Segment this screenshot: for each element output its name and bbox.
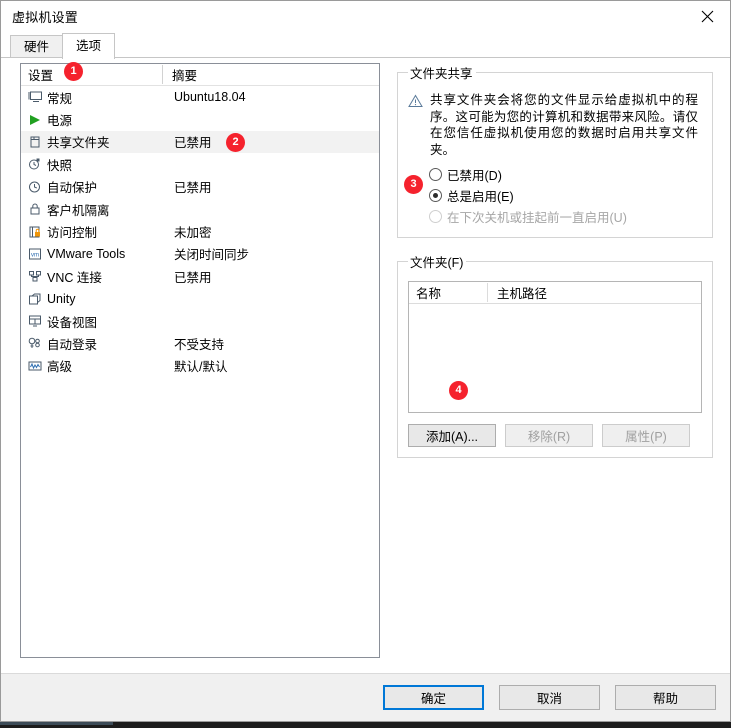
- folder-properties-button: 属性(P): [602, 424, 690, 447]
- list-item-guest-isolation[interactable]: 客户机隔离: [21, 198, 379, 220]
- cancel-button[interactable]: 取消: [499, 685, 600, 710]
- taskbar: [0, 722, 731, 728]
- list-item-label: 高级: [47, 360, 73, 375]
- radio-indicator: [429, 210, 442, 223]
- list-item-shared-folders[interactable]: 共享文件夹 已禁用: [21, 130, 379, 154]
- folder-icon: [26, 136, 44, 148]
- list-item-advanced[interactable]: 高级 默认/默认: [21, 355, 379, 377]
- list-item-vnc-connection[interactable]: VNC 连接 已禁用: [21, 265, 379, 287]
- list-item-label: 快照: [47, 158, 73, 173]
- list-item-summary: 关闭时间同步: [174, 248, 250, 263]
- tab-options[interactable]: 选项: [62, 33, 116, 59]
- radio-label: 在下次关机或挂起前一直启用(U): [447, 211, 627, 225]
- folder-sharing-group: 文件夹共享 共享文件夹会将您的文件显示给虚拟机中的程序。这可能为您的计算机和数据…: [397, 63, 713, 238]
- list-item-autoprotect[interactable]: 自动保护 已禁用: [21, 176, 379, 198]
- list-item-label: 设备视图: [47, 315, 98, 330]
- device-view-icon: [26, 315, 44, 327]
- vmware-tools-icon: vm: [26, 248, 44, 260]
- list-item-summary: 默认/默认: [174, 360, 228, 375]
- remove-folder-button: 移除(R): [505, 424, 593, 447]
- list-item-summary: Ubuntu18.04: [174, 90, 246, 105]
- list-item-power[interactable]: 电源: [21, 108, 379, 130]
- list-item-label: VNC 连接: [47, 270, 102, 285]
- window-title: 虚拟机设置: [12, 10, 79, 25]
- list-item-general[interactable]: 常规 Ubuntu18.04: [21, 86, 379, 108]
- column-header-setting: 设置: [28, 69, 54, 83]
- help-button[interactable]: 帮助: [615, 685, 716, 710]
- snapshot-icon: [26, 158, 44, 170]
- folder-sharing-warning: 共享文件夹会将您的文件显示给虚拟机中的程序。这可能为您的计算机和数据带来风险。请…: [408, 90, 702, 164]
- annotation-badge-1: 1: [64, 62, 83, 81]
- list-item-label: Unity: [47, 291, 76, 306]
- radio-indicator: [429, 168, 442, 181]
- list-item-label: 自动登录: [47, 337, 98, 352]
- clock-icon: [26, 181, 44, 193]
- settings-list[interactable]: 设置 摘要 常规 Ubuntu18.04 电源 共享文件夹 已禁用 快照 自动保…: [20, 63, 380, 658]
- list-item-device-view[interactable]: 设备视图: [21, 310, 379, 332]
- tab-strip: 硬件 选项: [1, 32, 730, 59]
- lock-icon: [26, 203, 44, 215]
- dialog-body: 设置 摘要 常规 Ubuntu18.04 电源 共享文件夹 已禁用 快照 自动保…: [1, 57, 730, 673]
- folders-column-name: 名称: [416, 287, 442, 301]
- annotation-badge-2: 2: [226, 133, 245, 152]
- options-pane: 文件夹共享 共享文件夹会将您的文件显示给虚拟机中的程序。这可能为您的计算机和数据…: [397, 63, 713, 472]
- list-item-access-control[interactable]: 访问控制 未加密: [21, 220, 379, 242]
- radio-label: 已禁用(D): [447, 169, 502, 183]
- list-item-summary: 已禁用: [174, 136, 212, 151]
- radio-label: 总是启用(E): [447, 190, 514, 204]
- virtual-machine-settings-dialog: 虚拟机设置 硬件 选项 设置 摘要 常规 Ubuntu18.04 电源 共享文件…: [0, 0, 731, 722]
- list-item-label: VMware Tools: [47, 246, 126, 261]
- add-folder-button[interactable]: 添加(A)...: [408, 424, 496, 447]
- folder-sharing-legend: 文件夹共享: [410, 67, 473, 81]
- radio-enabled-until-shutdown: 在下次关机或挂起前一直启用(U): [408, 206, 702, 227]
- titlebar: 虚拟机设置: [1, 1, 730, 32]
- list-item-summary: 不受支持: [174, 337, 225, 352]
- warning-triangle-icon: [408, 92, 430, 111]
- folders-buttons: 添加(A)... 移除(R) 属性(P): [408, 424, 702, 447]
- folders-legend: 文件夹(F): [410, 256, 464, 270]
- list-item-snapshot[interactable]: 快照: [21, 153, 379, 175]
- list-item-label: 共享文件夹: [47, 136, 110, 151]
- list-item-label: 常规: [47, 91, 73, 106]
- play-icon: [26, 114, 44, 126]
- list-item-vmware-tools[interactable]: vm VMware Tools 关闭时间同步: [21, 243, 379, 265]
- list-item-unity[interactable]: Unity: [21, 288, 379, 310]
- dialog-button-bar: 确定 取消 帮助: [1, 673, 730, 721]
- close-glyph: [701, 10, 714, 23]
- list-item-label: 访问控制: [47, 226, 98, 241]
- list-item-summary: 已禁用: [174, 181, 212, 196]
- list-item-summary: 未加密: [174, 226, 212, 241]
- list-item-summary: 已禁用: [174, 270, 212, 285]
- list-item-label: 自动保护: [47, 181, 98, 196]
- access-lock-icon: [26, 226, 44, 238]
- radio-indicator: [429, 189, 442, 202]
- folders-group: 文件夹(F) 名称 主机路径 添加(A)... 移除(R) 属性(P): [397, 252, 713, 458]
- column-header-summary: 摘要: [162, 65, 358, 84]
- vnc-icon: [26, 270, 44, 282]
- list-item-label: 客户机隔离: [47, 203, 110, 218]
- auto-login-icon: [26, 337, 44, 349]
- annotation-badge-4: 4: [449, 381, 468, 400]
- folders-table-header: 名称 主机路径: [409, 282, 701, 304]
- folder-sharing-warning-text: 共享文件夹会将您的文件显示给虚拟机中的程序。这可能为您的计算机和数据带来风险。请…: [430, 93, 698, 157]
- list-item-auto-login[interactable]: 自动登录 不受支持: [21, 332, 379, 354]
- radio-always-enabled[interactable]: 总是启用(E): [408, 185, 702, 206]
- close-icon[interactable]: [685, 1, 730, 32]
- ok-button[interactable]: 确定: [383, 685, 484, 710]
- radio-disabled[interactable]: 已禁用(D): [408, 164, 702, 185]
- advanced-icon: [26, 360, 44, 372]
- annotation-badge-3: 3: [404, 175, 423, 194]
- taskbar-segment: [0, 722, 113, 725]
- svg-text:vm: vm: [31, 252, 39, 258]
- monitor-icon: [26, 91, 44, 103]
- folders-column-host-path: 主机路径: [487, 283, 653, 302]
- tab-hardware[interactable]: 硬件: [10, 35, 64, 58]
- unity-icon: [26, 293, 44, 305]
- list-item-label: 电源: [47, 114, 73, 129]
